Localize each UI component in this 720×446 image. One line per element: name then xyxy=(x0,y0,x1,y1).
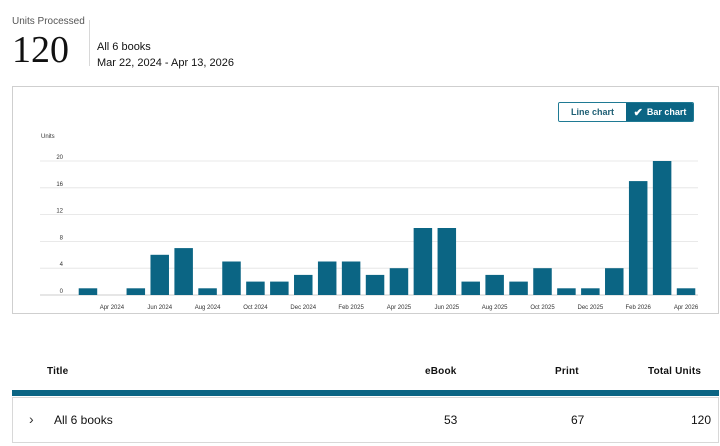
col-print-header[interactable]: Print xyxy=(555,366,579,377)
row-ebook: 53 xyxy=(444,413,458,427)
chart-bar[interactable] xyxy=(150,254,169,295)
units-summary: Units Processed 120 All 6 books Mar 22, … xyxy=(12,14,312,74)
x-tick-label: Feb 2026 xyxy=(626,305,652,311)
table-row[interactable]: › All 6 books 53 67 120 xyxy=(12,397,719,443)
x-tick-label: Apr 2025 xyxy=(387,305,412,311)
chart-bar[interactable] xyxy=(676,288,696,295)
summary-divider xyxy=(89,20,90,66)
chevron-right-icon[interactable]: › xyxy=(29,411,34,427)
chart-bar[interactable] xyxy=(389,268,409,295)
col-total-header[interactable]: Total Units xyxy=(648,366,701,377)
y-tick-label: 0 xyxy=(60,289,64,295)
chart-bar[interactable] xyxy=(605,268,624,295)
chart-bar[interactable] xyxy=(174,248,193,295)
chart-bar[interactable] xyxy=(652,161,672,295)
chart-bar[interactable] xyxy=(78,288,98,295)
table-header: Title eBook Print Total Units xyxy=(12,360,719,384)
x-tick-label: Apr 2026 xyxy=(674,305,699,311)
x-tick-label: Jun 2025 xyxy=(434,305,459,311)
book-scope: All 6 books xyxy=(97,41,151,53)
units-total: 120 xyxy=(12,29,69,71)
chart-bar[interactable] xyxy=(628,181,648,295)
chart-bar[interactable] xyxy=(461,281,480,295)
x-tick-label: Apr 2024 xyxy=(100,305,125,311)
chart-bar[interactable] xyxy=(365,274,385,295)
chart-bar[interactable] xyxy=(246,281,265,295)
chart-bar[interactable] xyxy=(317,261,337,296)
chart-card: Line chart ✔ Bar chart Units 0 4 8 12 16 20 A… xyxy=(12,86,719,314)
chart-bar[interactable] xyxy=(198,288,217,295)
x-tick-label: Dec 2025 xyxy=(578,305,604,311)
chart-bar[interactable] xyxy=(581,288,600,295)
chart-bar[interactable] xyxy=(270,281,289,295)
chart-bar[interactable] xyxy=(294,274,313,295)
chart-bar[interactable] xyxy=(485,274,504,295)
y-tick-label: 12 xyxy=(56,209,63,215)
row-total: 120 xyxy=(691,413,712,427)
units-processed-caption: Units Processed xyxy=(12,16,85,27)
units-bar-chart: Units 0 4 8 12 16 20 Apr 2024 Jun 2024 Aug 2024… xyxy=(40,134,699,311)
row-print: 67 xyxy=(571,413,585,427)
chart-bar[interactable] xyxy=(126,288,146,295)
y-tick-label: 16 xyxy=(56,182,63,188)
y-tick-label: 4 xyxy=(60,262,64,268)
chart-bar[interactable] xyxy=(413,228,433,295)
chart-bar[interactable] xyxy=(437,228,457,295)
table-header-rule xyxy=(12,390,719,396)
chart-bar[interactable] xyxy=(341,261,361,296)
x-tick-label: Oct 2025 xyxy=(530,305,555,311)
chart-bar[interactable] xyxy=(222,261,241,296)
y-tick-label: 20 xyxy=(56,155,63,161)
x-tick-label: Dec 2024 xyxy=(290,305,316,311)
y-tick-label: 8 xyxy=(60,235,64,241)
x-tick-label: Aug 2024 xyxy=(195,305,221,311)
x-tick-label: Feb 2025 xyxy=(338,305,364,311)
x-tick-label: Jun 2024 xyxy=(147,305,172,311)
row-title: All 6 books xyxy=(54,413,113,427)
chart-bar[interactable] xyxy=(557,288,576,295)
chart-bar[interactable] xyxy=(509,281,528,295)
y-axis-label: Units xyxy=(41,134,55,140)
col-title-header[interactable]: Title xyxy=(47,366,68,377)
date-range: Mar 22, 2024 - Apr 13, 2026 xyxy=(97,57,234,69)
col-ebook-header[interactable]: eBook xyxy=(425,366,457,377)
chart-bar[interactable] xyxy=(533,268,552,295)
x-tick-label: Aug 2025 xyxy=(482,305,508,311)
x-tick-label: Oct 2024 xyxy=(243,305,268,311)
